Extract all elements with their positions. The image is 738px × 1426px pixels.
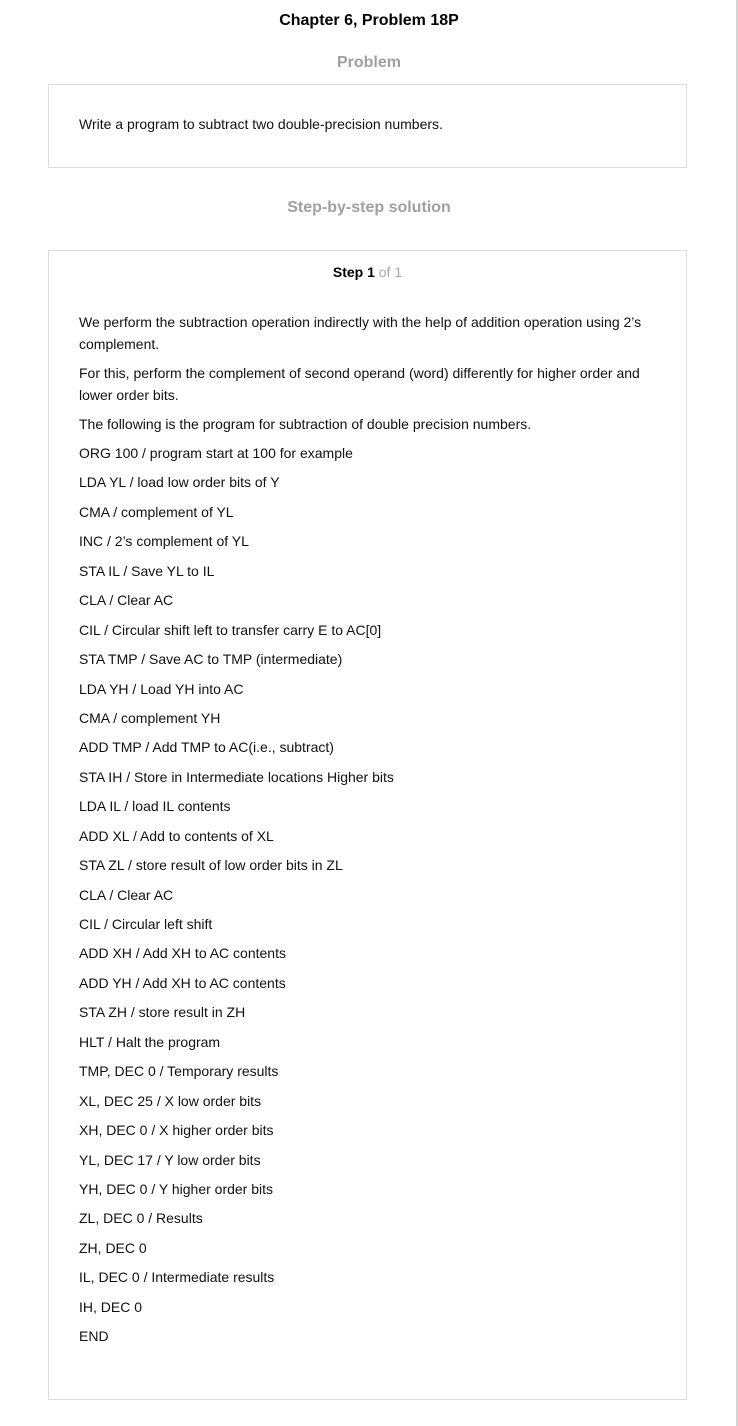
step-label: Step 1 <box>332 264 375 280</box>
program-line: STA ZH / store result in ZH <box>79 1004 246 1021</box>
program-line: XH, DEC 0 / X higher order bits <box>79 1122 274 1139</box>
program-line: ADD XH / Add XH to AC contents <box>79 945 286 962</box>
solution-paragraph: The following is the program for subtrac… <box>79 416 532 432</box>
program-line: LDA YL / load low order bits of Y <box>79 474 280 491</box>
program-line: STA IL / Save YL to IL <box>79 562 215 579</box>
program-line: STA ZL / store result of low order bits … <box>79 857 343 874</box>
program-line: HLT / Halt the program <box>79 1033 221 1050</box>
program-line: ZL, DEC 0 / Results <box>79 1210 203 1227</box>
program-line: YL, DEC 17 / Y low order bits <box>79 1151 261 1168</box>
program-line: IH, DEC 0 <box>79 1298 143 1315</box>
solution-paragraph: For this, perform the complement of seco… <box>79 365 640 403</box>
program-line: CIL / Circular left shift <box>79 916 213 932</box>
program-line: CMA / complement YH <box>79 709 221 726</box>
program-line: LDA YH / Load YH into AC <box>79 680 244 697</box>
program-line: CLA / Clear AC <box>79 592 174 609</box>
program-line: STA TMP / Save AC to TMP (intermediate) <box>79 651 343 668</box>
program-line: IL, DEC 0 / Intermediate results <box>79 1269 275 1286</box>
program-line: ZH, DEC 0 <box>79 1239 147 1256</box>
solution-card: Step 1 of 1 We perform the subtraction o… <box>48 250 687 1400</box>
program-line: INC / 2’s complement of YL <box>79 533 249 550</box>
page-title: Chapter 6, Problem 18P <box>279 12 459 29</box>
program-line: ADD TMP / Add TMP to AC(i.e., subtract) <box>79 739 334 756</box>
solution-paragraph: We perform the subtraction operation ind… <box>79 314 642 352</box>
program-line: END <box>79 1328 109 1345</box>
program-line: ORG 100 / program start at 100 for examp… <box>79 445 353 461</box>
solution-heading: Step-by-step solution <box>287 199 451 216</box>
program-line: ADD YH / Add XH to AC contents <box>79 974 286 991</box>
problem-text: Write a program to subtract two double-p… <box>79 116 443 132</box>
program-line: CMA / complement of YL <box>79 503 234 520</box>
program-line: LDA IL / load IL contents <box>79 798 231 815</box>
step-header: Step 1 of 1 <box>49 263 686 281</box>
step-count: of 1 <box>378 264 403 280</box>
program-line: STA IH / Store in Intermediate locations… <box>79 768 394 785</box>
step-body: We perform the subtraction operation ind… <box>79 311 664 1355</box>
program-line: ADD XL / Add to contents of XL <box>79 827 274 844</box>
problem-card: Write a program to subtract two double-p… <box>48 84 687 168</box>
program-line: XL, DEC 25 / X low order bits <box>79 1092 262 1109</box>
problem-heading: Problem <box>336 54 401 71</box>
program-line: TMP, DEC 0 / Temporary results <box>79 1063 279 1080</box>
program-line: CIL / Circular shift left to transfer ca… <box>79 621 382 638</box>
program-line: CLA / Clear AC <box>79 886 174 903</box>
program-line: YH, DEC 0 / Y higher order bits <box>79 1180 274 1197</box>
